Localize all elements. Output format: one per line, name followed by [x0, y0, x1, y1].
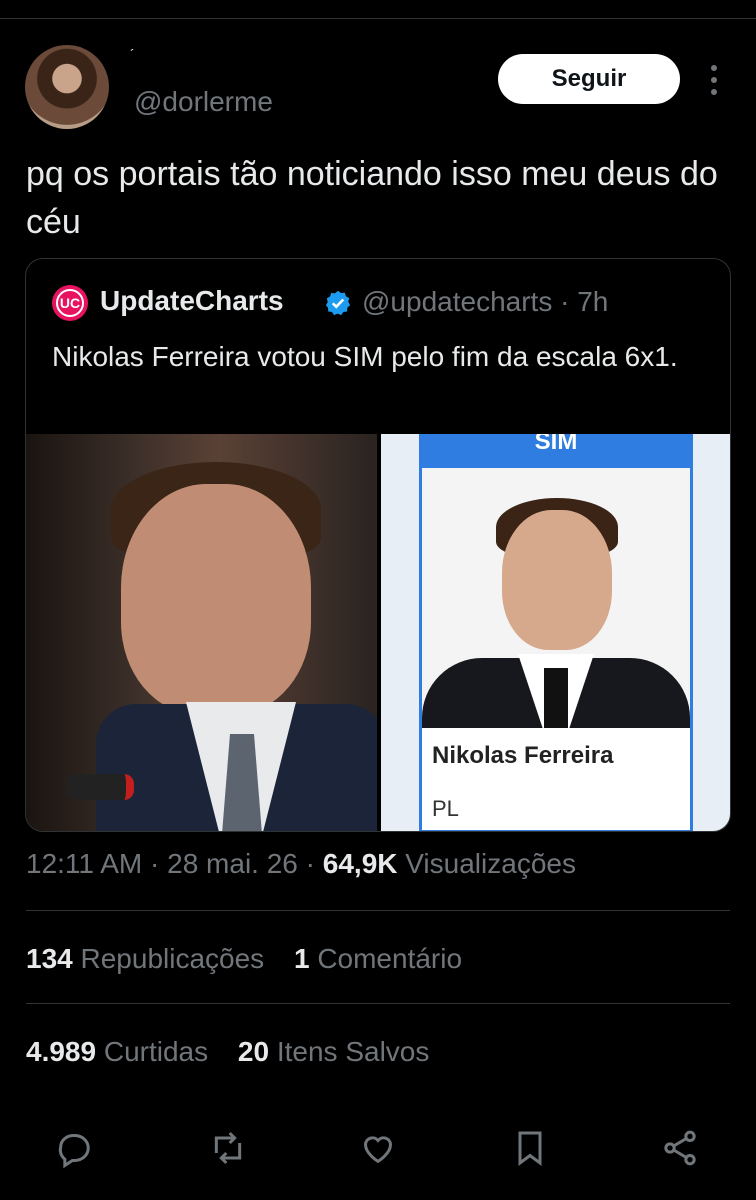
reposts-stat[interactable]: 134 Republicações [26, 943, 272, 974]
likes-label: Curtidas [103, 1036, 209, 1067]
tweet-time[interactable]: 12:11 AM [26, 848, 142, 879]
saves-stat[interactable]: 20 Itens Salvos [238, 1036, 429, 1067]
reply-icon[interactable] [50, 1124, 98, 1172]
tweet-timestamp: 12:11 AM · 28 mai. 26 · 64,9K Visualizaç… [26, 848, 576, 879]
vote-band: SIM [422, 434, 690, 468]
divider [26, 1003, 730, 1004]
card-person-name: Nikolas Ferreira [432, 742, 614, 769]
stats-row-1: 134 Republicações 1 Comentário [26, 943, 484, 975]
quoted-handle[interactable]: @updatecharts [362, 286, 552, 317]
share-icon[interactable] [656, 1124, 704, 1172]
comments-count: 1 [293, 943, 310, 974]
follow-button[interactable]: Seguir [498, 54, 680, 104]
quoted-tweet[interactable]: UC UpdateCharts @updatecharts · 7h Nikol… [25, 258, 731, 832]
comments-label: Comentário [317, 943, 463, 974]
reposts-count: 134 [26, 943, 73, 974]
card-party: PL [432, 796, 459, 821]
quoted-text: Nikolas Ferreira votou SIM pelo fim da e… [52, 341, 678, 372]
repost-icon[interactable] [204, 1124, 252, 1172]
quoted-author-name[interactable]: UpdateCharts [100, 285, 284, 317]
author-avatar[interactable] [25, 45, 109, 129]
saves-label: Itens Salvos [276, 1036, 430, 1067]
saves-count: 20 [237, 1036, 270, 1067]
microphone [66, 774, 134, 800]
views-label: Visualizações [405, 848, 576, 879]
author-handle[interactable]: @dorlerme [134, 86, 273, 118]
more-vertical-icon[interactable] [700, 60, 728, 100]
comments-stat[interactable]: 1 Comentário [294, 943, 462, 974]
tweet-date[interactable]: 28 mai. 26 [167, 848, 298, 879]
quoted-age[interactable]: 7h [577, 286, 608, 317]
photo-vote-card[interactable]: SIM Nikolas Ferreira PL [381, 434, 730, 831]
updatecharts-logo: UC [52, 285, 88, 321]
heart-icon[interactable] [354, 1124, 402, 1172]
photo-speaking[interactable] [26, 434, 377, 831]
author-display-name[interactable]: ´ [130, 46, 135, 62]
likes-stat[interactable]: 4.989 Curtidas [26, 1036, 216, 1067]
meta-separator: · [560, 286, 570, 317]
action-bar [0, 1120, 756, 1176]
vote-card: SIM Nikolas Ferreira PL [419, 434, 693, 831]
divider [26, 910, 730, 911]
quoted-meta: @updatecharts · 7h [362, 286, 608, 318]
likes-count: 4.989 [26, 1036, 97, 1067]
card-portrait [422, 468, 690, 728]
tweet-text: pq os portais tão noticiando isso meu de… [26, 155, 718, 241]
top-divider [0, 18, 756, 19]
verified-badge-icon [324, 289, 352, 317]
logo-text: UC [56, 289, 84, 317]
views-count: 64,9K [322, 848, 398, 879]
bookmark-icon[interactable] [506, 1124, 554, 1172]
stats-row-2: 4.989 Curtidas 20 Itens Salvos [26, 1036, 451, 1068]
reposts-label: Republicações [80, 943, 265, 974]
